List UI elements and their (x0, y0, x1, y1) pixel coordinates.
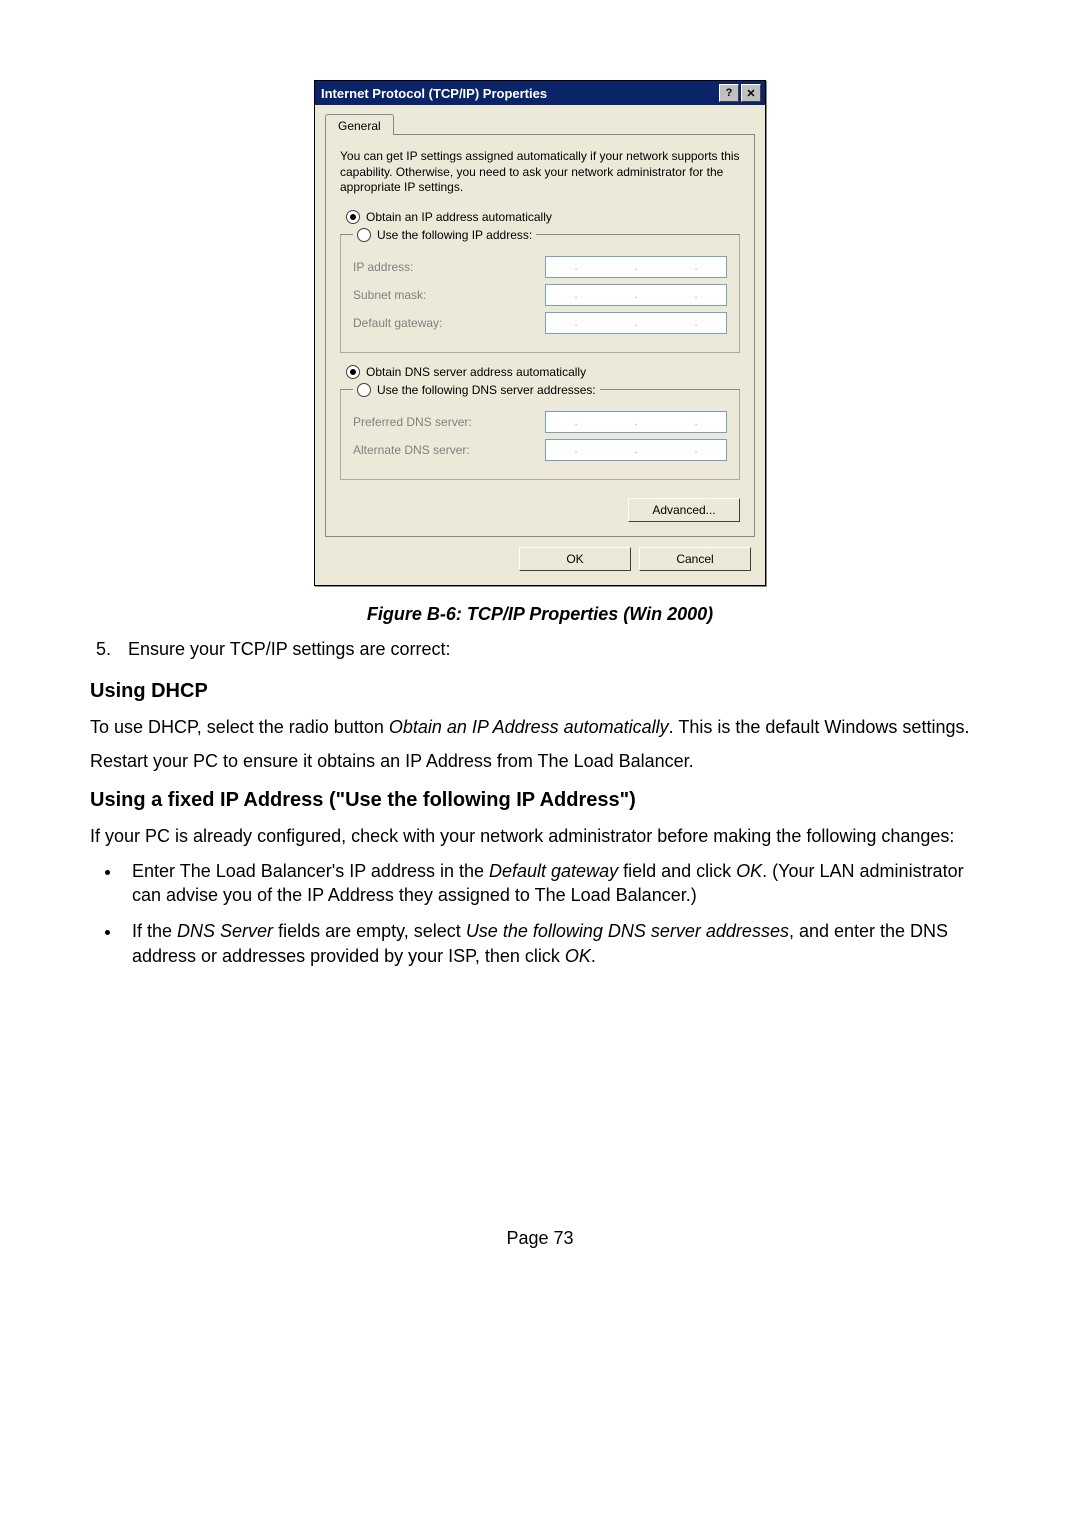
default-gateway-field[interactable]: ... (545, 312, 727, 334)
close-icon[interactable]: ✕ (741, 84, 761, 102)
radio-obtain-dns-auto[interactable] (346, 365, 360, 379)
tcpip-properties-dialog: Internet Protocol (TCP/IP) Properties ? … (314, 80, 766, 586)
preferred-dns-field[interactable]: ... (545, 411, 727, 433)
radio-use-following-dns[interactable] (357, 383, 371, 397)
preferred-dns-label: Preferred DNS server: (353, 415, 503, 429)
dhcp-paragraph-1: To use DHCP, select the radio button Obt… (90, 715, 990, 739)
alternate-dns-label: Alternate DNS server: (353, 443, 503, 457)
cancel-button[interactable]: Cancel (639, 547, 751, 571)
ip-address-label: IP address: (353, 260, 503, 274)
radio-obtain-dns-auto-label: Obtain DNS server address automatically (366, 365, 586, 379)
subnet-mask-label: Subnet mask: (353, 288, 503, 302)
figure-caption: Figure B-6: TCP/IP Properties (Win 2000) (90, 604, 990, 625)
dhcp-paragraph-2: Restart your PC to ensure it obtains an … (90, 749, 990, 773)
radio-use-following-dns-label: Use the following DNS server addresses: (377, 383, 596, 397)
default-gateway-label: Default gateway: (353, 316, 503, 330)
tab-content: You can get IP settings assigned automat… (325, 134, 755, 537)
alternate-dns-field[interactable]: ... (545, 439, 727, 461)
bullet-default-gateway: Enter The Load Balancer's IP address in … (122, 859, 990, 908)
page-number: Page 73 (90, 1228, 990, 1249)
radio-use-following-ip[interactable] (357, 228, 371, 242)
dialog-title: Internet Protocol (TCP/IP) Properties (321, 86, 547, 101)
heading-fixed-ip: Using a fixed IP Address ("Use the follo… (90, 789, 990, 812)
radio-obtain-ip-auto-label: Obtain an IP address automatically (366, 210, 552, 224)
step-5: Ensure your TCP/IP settings are correct: (116, 639, 990, 660)
help-icon[interactable]: ? (719, 84, 739, 102)
subnet-mask-field[interactable]: ... (545, 284, 727, 306)
ip-address-field[interactable]: ... (545, 256, 727, 278)
radio-use-following-ip-label: Use the following IP address: (377, 228, 532, 242)
tab-general[interactable]: General (325, 114, 394, 135)
ok-button[interactable]: OK (519, 547, 631, 571)
dns-address-group: Use the following DNS server addresses: … (340, 383, 740, 480)
fixed-ip-intro: If your PC is already configured, check … (90, 824, 990, 848)
dialog-titlebar: Internet Protocol (TCP/IP) Properties ? … (315, 81, 765, 105)
advanced-button[interactable]: Advanced... (628, 498, 740, 522)
intro-text: You can get IP settings assigned automat… (340, 149, 740, 196)
ip-address-group: Use the following IP address: IP address… (340, 228, 740, 353)
bullet-dns-server: If the DNS Server fields are empty, sele… (122, 919, 990, 968)
heading-using-dhcp: Using DHCP (90, 680, 990, 703)
radio-obtain-ip-auto[interactable] (346, 210, 360, 224)
